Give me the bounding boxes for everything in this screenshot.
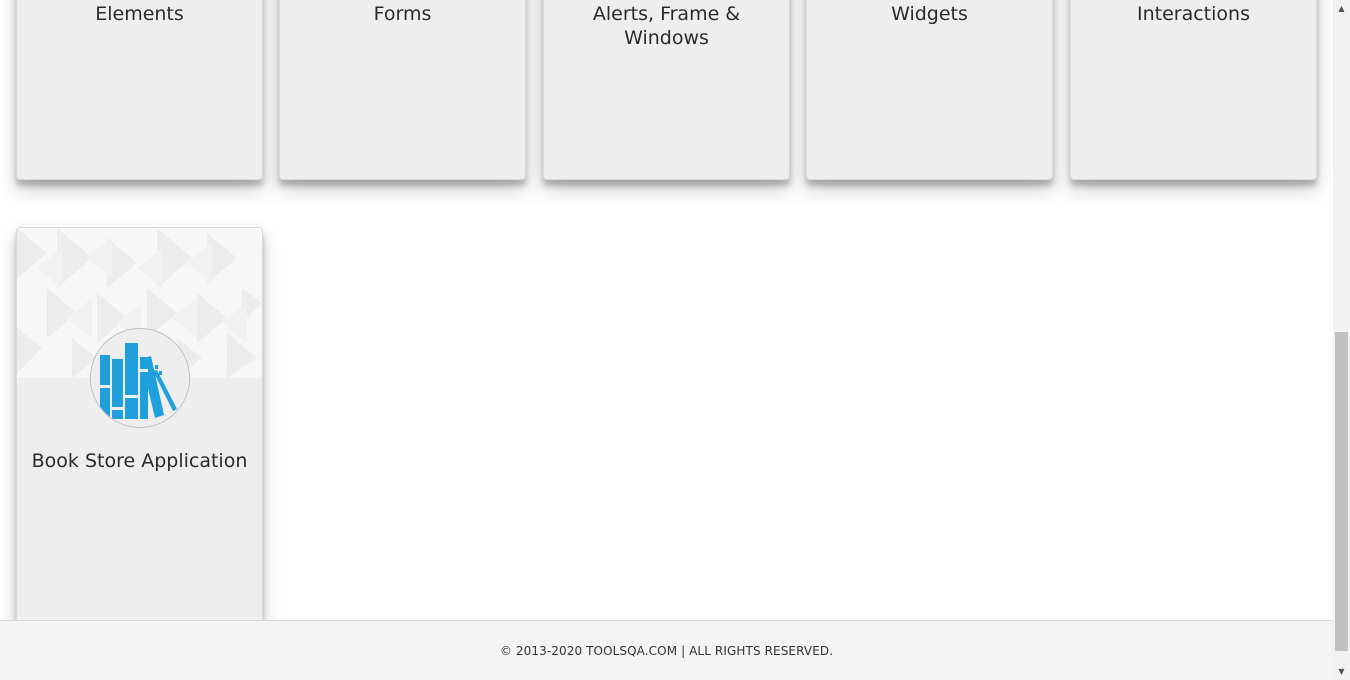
copyright-text: © 2013-2020 TOOLSQA.COM | ALL RIGHTS RES… [499, 644, 834, 658]
card-interactions[interactable]: Interactions [1070, 0, 1317, 180]
scroll-thumb[interactable] [1335, 332, 1348, 651]
card-title: Alerts, Frame & Windows [592, 3, 741, 49]
triangle-up-icon: ▲ [1338, 3, 1345, 13]
vertical-scrollbar[interactable]: ▲ ▼ [1333, 0, 1350, 680]
card-title: Forms [373, 3, 432, 25]
card-title: Elements [95, 3, 184, 25]
browser-viewport: Elements Forms Alerts, Frame & Windows W… [0, 0, 1350, 680]
scroll-down-button[interactable]: ▼ [1333, 663, 1350, 680]
footer: © 2013-2020 TOOLSQA.COM | ALL RIGHTS RES… [0, 620, 1333, 680]
card-elements[interactable]: Elements [16, 0, 263, 180]
book-store-icon [90, 328, 190, 428]
triangle-down-icon: ▼ [1338, 666, 1345, 676]
card-alerts-frame-windows[interactable]: Alerts, Frame & Windows [543, 0, 790, 180]
card-title: Widgets [891, 3, 968, 25]
scroll-up-button[interactable]: ▲ [1333, 0, 1350, 17]
card-widgets[interactable]: Widgets [806, 0, 1053, 180]
card-forms[interactable]: Forms [279, 0, 526, 180]
card-title: Interactions [1137, 3, 1250, 25]
card-title: Book Store Application [31, 450, 248, 472]
card-book-store-application[interactable]: Book Store Application [16, 227, 263, 620]
books-icon [91, 329, 189, 427]
page-content: Elements Forms Alerts, Frame & Windows W… [0, 0, 1333, 620]
